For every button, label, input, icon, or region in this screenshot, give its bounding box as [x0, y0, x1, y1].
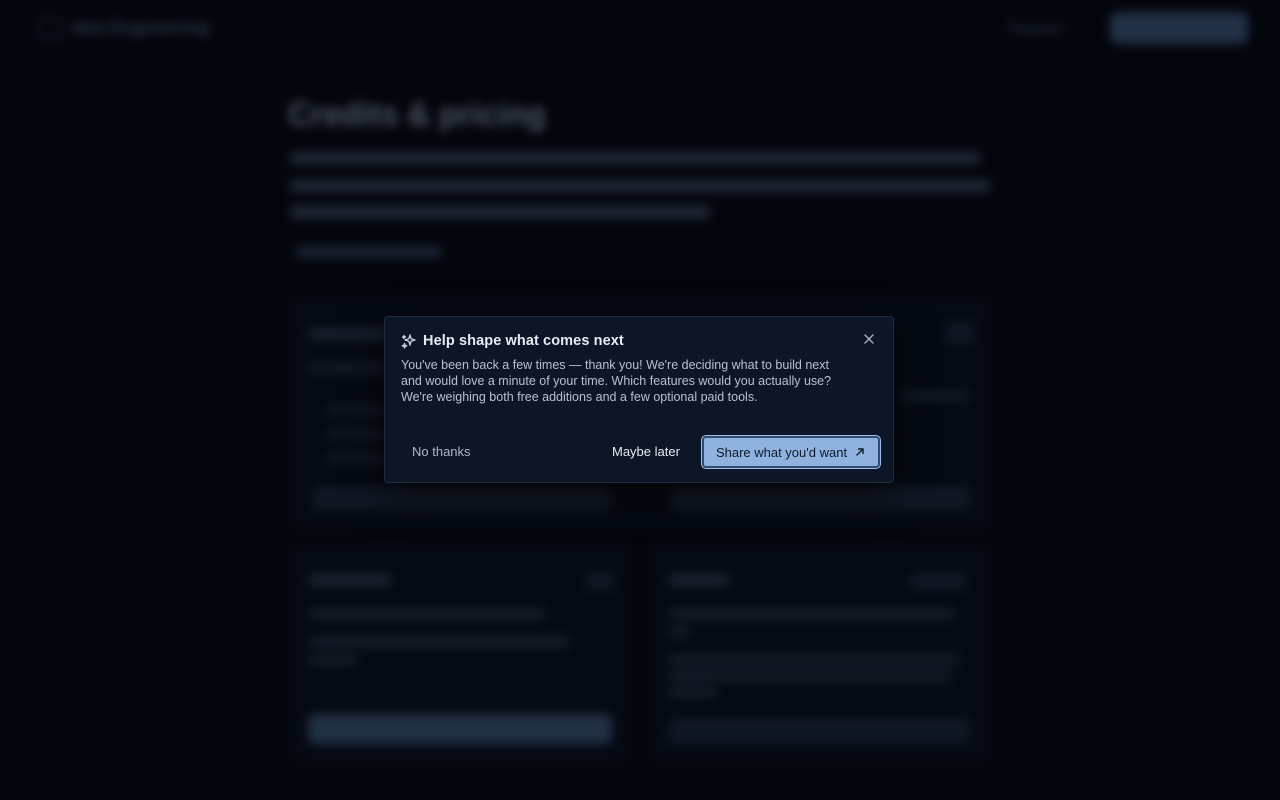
modal-overlay: Help shape what comes next You've been b… — [0, 0, 1280, 800]
dialog-title: Help shape what comes next — [423, 333, 624, 349]
no-thanks-button[interactable]: No thanks — [401, 435, 482, 469]
dialog-header: Help shape what comes next — [401, 333, 624, 349]
close-icon — [863, 332, 875, 350]
share-button-label: Share what you'd want — [715, 444, 848, 460]
maybe-later-button[interactable]: Maybe later — [601, 435, 691, 469]
dialog-message: You've been back a few times — thank you… — [401, 358, 832, 404]
arrow-up-right-icon — [854, 446, 866, 458]
feedback-dialog: Help shape what comes next You've been b… — [384, 316, 894, 483]
close-button[interactable] — [859, 331, 879, 351]
share-feedback-button[interactable]: Share what you'd want — [702, 436, 880, 468]
sparkle-icon — [401, 333, 417, 349]
